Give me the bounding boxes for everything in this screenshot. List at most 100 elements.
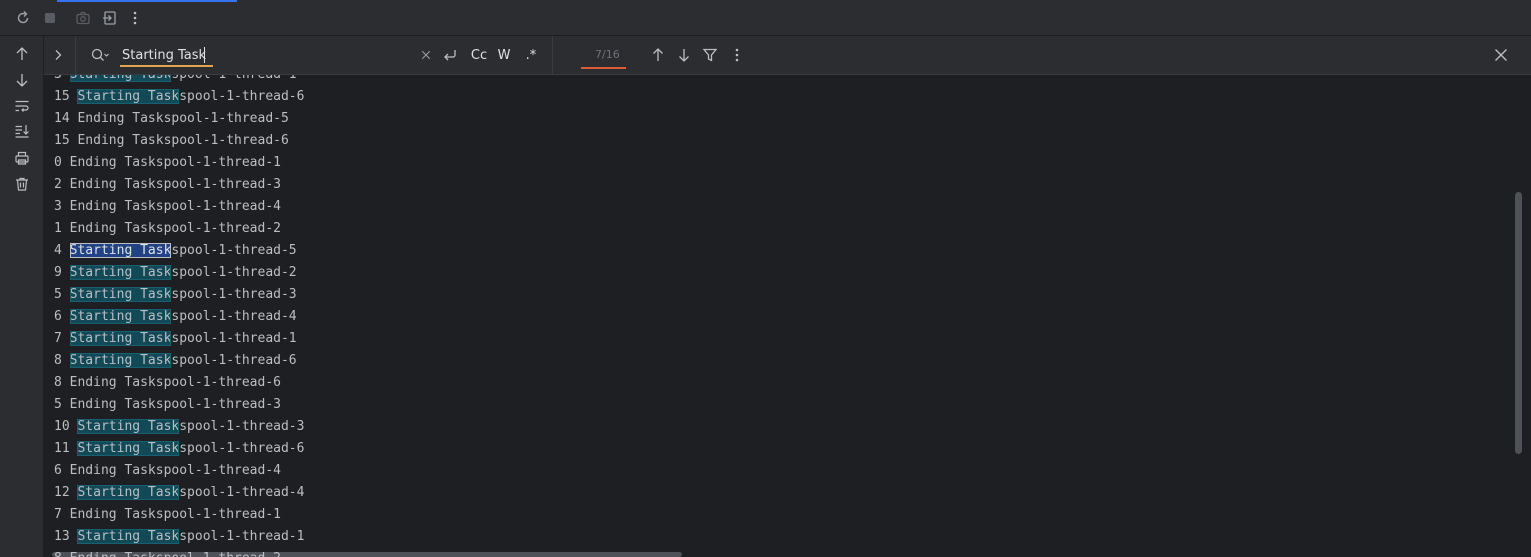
console-line: 6 Starting Taskspool-1-thread-4 (54, 306, 297, 328)
line-prefix-number: 4 (54, 243, 62, 258)
line-text: spool-1-thread-4 (171, 309, 297, 324)
line-prefix-number: 6 (54, 309, 62, 324)
line-prefix-number: 8 (54, 375, 62, 390)
line-prefix-number: 8 (54, 551, 62, 557)
soft-wrap-icon[interactable] (13, 97, 31, 115)
line-prefix-number: 8 (54, 353, 62, 368)
line-separator (62, 507, 70, 522)
line-text: spool-1-thread-1 (179, 529, 305, 544)
chevron-right-icon[interactable] (50, 47, 66, 63)
search-history-icon[interactable] (90, 47, 110, 63)
search-match: Starting Task (77, 529, 180, 544)
line-text: spool-1-thread-5 (171, 243, 297, 258)
line-prefix-number: 0 (54, 155, 62, 170)
run-toolbar (0, 0, 1531, 36)
line-separator (62, 177, 70, 192)
console-line: 15 Ending Taskspool-1-thread-6 (54, 130, 289, 152)
search-match: Starting Task (69, 265, 172, 280)
whole-words-toggle[interactable]: W (495, 47, 513, 63)
arrow-down-icon[interactable] (13, 71, 31, 89)
line-prefix-number: 15 (54, 89, 70, 104)
console-line: 11 Starting Taskspool-1-thread-6 (54, 438, 304, 460)
rerun-icon[interactable] (14, 9, 32, 27)
console-line: 14 Ending Taskspool-1-thread-5 (54, 108, 289, 130)
line-text: Ending Taskspool-1-thread-4 (69, 463, 281, 478)
line-separator (62, 309, 70, 324)
console-line: 5 Starting Taskspool-1-thread-3 (54, 284, 297, 306)
line-separator (62, 353, 70, 368)
line-text: Ending Taskspool-1-thread-3 (69, 397, 281, 412)
more-options-icon[interactable] (729, 47, 745, 63)
console-line: 3 Ending Taskspool-1-thread-4 (54, 196, 281, 218)
console-line: 13 Starting Taskspool-1-thread-1 (54, 526, 304, 548)
close-icon[interactable] (1493, 47, 1509, 63)
console-search-bar: Cc W .* 7/16 (44, 36, 1531, 75)
line-text: spool-1-thread-2 (171, 265, 297, 280)
line-separator (62, 331, 70, 346)
divider (75, 36, 76, 74)
console-line: 4 Starting Taskspool-1-thread-5 (54, 240, 297, 262)
search-match: Starting Task (77, 441, 180, 456)
line-separator (62, 155, 70, 170)
line-text: spool-1-thread-6 (179, 441, 305, 456)
vertical-scrollbar[interactable] (1515, 192, 1522, 454)
match-counter-underline (581, 67, 626, 69)
line-separator (62, 397, 70, 412)
search-match: Starting Task (69, 353, 172, 368)
console-line: 15 Starting Taskspool-1-thread-6 (54, 86, 304, 108)
match-case-toggle[interactable]: Cc (468, 47, 490, 63)
console-line: 3 Starting Taskspool-1-thread-1 (54, 75, 297, 86)
console-line: 2 Ending Taskspool-1-thread-3 (54, 174, 281, 196)
trash-icon[interactable] (13, 175, 31, 193)
stop-icon[interactable] (41, 9, 59, 27)
new-line-icon[interactable] (441, 47, 459, 63)
scroll-to-end-icon[interactable] (13, 122, 31, 140)
more-vert-icon[interactable] (126, 9, 144, 27)
regex-toggle[interactable]: .* (521, 47, 541, 63)
line-text: Ending Taskspool-1-thread-6 (69, 375, 281, 390)
print-icon[interactable] (13, 149, 31, 167)
line-prefix-number: 15 (54, 133, 70, 148)
console-output[interactable]: 3 Starting Taskspool-1-thread-115 Starti… (44, 75, 1531, 557)
line-text: Ending Taskspool-1-thread-2 (70, 551, 281, 557)
line-text: spool-1-thread-3 (171, 287, 297, 302)
line-prefix-number: 12 (54, 485, 70, 500)
line-separator (62, 221, 70, 236)
line-prefix-number: 7 (54, 331, 62, 346)
line-prefix-number: 10 (54, 419, 70, 434)
camera-icon[interactable] (74, 9, 92, 27)
search-match: Starting Task (69, 287, 172, 302)
line-separator (62, 75, 70, 82)
text-caret (204, 47, 205, 63)
previous-match-icon[interactable] (650, 47, 666, 63)
arrow-up-icon[interactable] (13, 45, 31, 63)
search-input[interactable] (120, 44, 214, 66)
line-prefix-number: 5 (54, 287, 62, 302)
exit-icon[interactable] (101, 9, 119, 27)
line-text: Ending Taskspool-1-thread-3 (69, 177, 281, 192)
line-text: spool-1-thread-1 (171, 75, 296, 82)
line-separator (62, 265, 70, 280)
line-separator (62, 551, 70, 557)
line-prefix-number: 2 (54, 177, 62, 192)
console-line: 6 Ending Taskspool-1-thread-4 (54, 460, 281, 482)
console-line: 7 Ending Taskspool-1-thread-1 (54, 504, 281, 526)
line-separator (62, 375, 70, 390)
line-text: Ending Taskspool-1-thread-1 (69, 507, 281, 522)
console-side-toolbar (0, 36, 44, 557)
search-match: Starting Task (77, 419, 180, 434)
line-prefix-number: 3 (54, 75, 62, 82)
line-text: spool-1-thread-6 (171, 353, 297, 368)
next-match-icon[interactable] (676, 47, 692, 63)
filter-icon[interactable] (702, 47, 718, 63)
search-match: Starting Task (69, 309, 172, 324)
clear-search-icon[interactable] (419, 48, 433, 62)
console-line: 1 Ending Taskspool-1-thread-2 (54, 218, 281, 240)
console-line: 0 Ending Taskspool-1-thread-1 (54, 152, 281, 174)
console-line: 10 Starting Taskspool-1-thread-3 (54, 416, 304, 438)
line-prefix-number: 6 (54, 463, 62, 478)
console-line: 8 Ending Taskspool-1-thread-2 (54, 548, 281, 557)
line-text: Ending Taskspool-1-thread-6 (77, 133, 289, 148)
match-counter: 7/16 (595, 48, 620, 61)
line-text: Ending Taskspool-1-thread-2 (69, 221, 281, 236)
